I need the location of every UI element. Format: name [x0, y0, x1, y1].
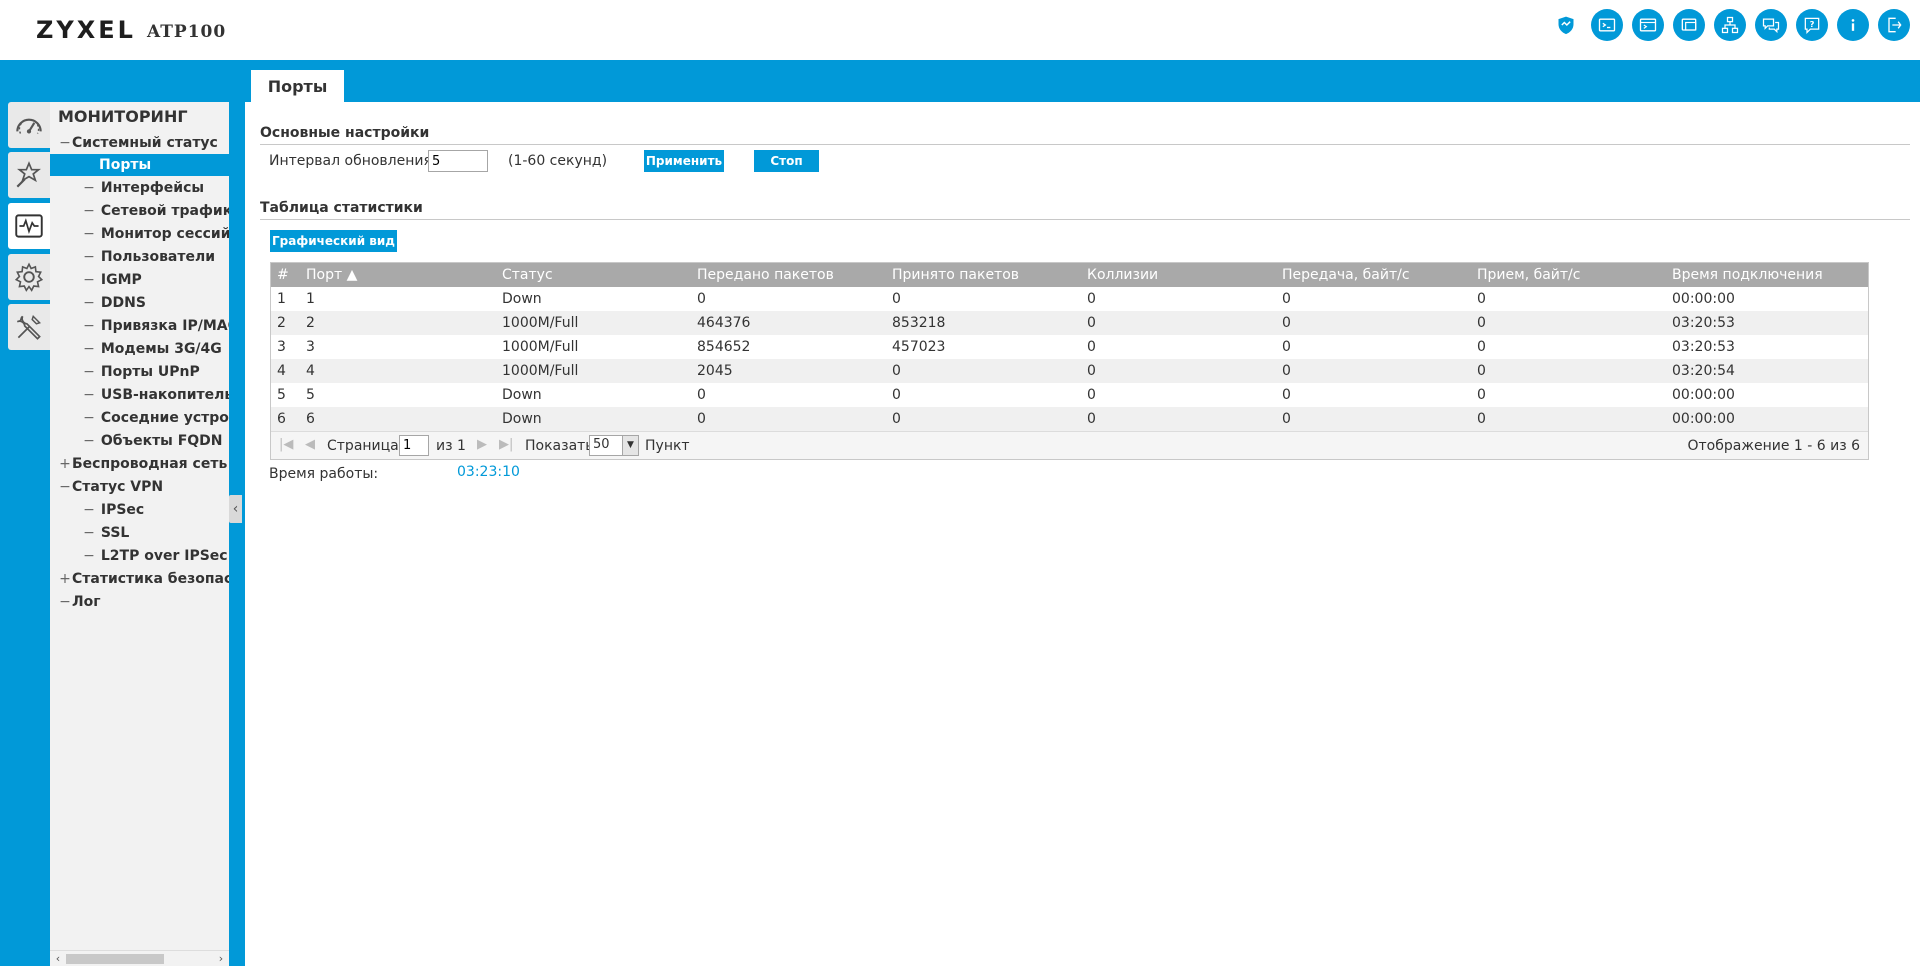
table-row[interactable]: 6 6 Down 0 0 0 0 0 00:00:00 — [271, 407, 1868, 431]
section-divider — [260, 144, 1910, 145]
table-header-row: # Порт ▲ Статус Передано пакетов Принято… — [271, 263, 1868, 287]
window-icon[interactable] — [1673, 9, 1705, 41]
tree-item-l2tp[interactable]: − L2TP over IPSec — [82, 545, 227, 567]
rail-wizard-button[interactable] — [8, 152, 50, 198]
col-header-tx-rate[interactable]: Передача, байт/с — [1276, 263, 1471, 287]
tree-item-ddns[interactable]: − DDNS — [82, 292, 146, 314]
interval-range-label: (1-60 секунд) — [508, 153, 608, 169]
col-header-collisions[interactable]: Коллизии — [1081, 263, 1276, 287]
tree-item-ipsec[interactable]: − IPSec — [82, 499, 144, 521]
basic-settings-title: Основные настройки — [260, 125, 430, 141]
stats-table-title: Таблица статистики — [260, 200, 423, 216]
next-page-icon[interactable]: ▶ — [477, 437, 487, 452]
maintenance-icon — [16, 314, 42, 340]
uptime-label: Время работы: — [269, 466, 379, 482]
col-header-port[interactable]: Порт ▲ — [300, 263, 496, 287]
tree-item-ports[interactable]: Порты — [50, 154, 229, 176]
table-pager: |◀ ◀ Страница из 1 ▶ ▶| Показать 50 ▼ Пу… — [271, 431, 1868, 459]
pager-summary: Отображение 1 - 6 из 6 — [1687, 438, 1861, 454]
tree-item-igmp[interactable]: − IGMP — [82, 269, 142, 291]
rail-maintenance-button[interactable] — [8, 304, 50, 350]
tree-item-fqdn-objects[interactable]: − Объекты FQDN — [82, 430, 222, 452]
refresh-interval-input[interactable] — [428, 150, 488, 172]
uptime-value: 03:23:10 — [457, 464, 520, 480]
console-icon[interactable] — [1591, 9, 1623, 41]
table-row[interactable]: 5 5 Down 0 0 0 0 0 00:00:00 — [271, 383, 1868, 407]
tab-ports[interactable]: Порты — [251, 70, 344, 102]
scroll-thumb[interactable] — [66, 954, 164, 964]
dashboard-icon — [16, 118, 42, 134]
per-page-select[interactable]: 50 ▼ — [589, 435, 639, 456]
tree-item-interfaces[interactable]: − Интерфейсы — [82, 177, 204, 199]
chevron-down-icon: ▼ — [622, 436, 638, 455]
help-icon[interactable]: ? — [1796, 9, 1828, 41]
tree-item-network-traffic[interactable]: − Сетевой трафик — [82, 200, 229, 222]
prev-page-icon[interactable]: ◀ — [305, 437, 315, 452]
rail-settings-button[interactable] — [8, 254, 50, 300]
apply-button[interactable]: Применить — [644, 150, 724, 172]
table-row[interactable]: 1 1 Down 0 0 0 0 0 00:00:00 — [271, 287, 1868, 311]
scroll-right-icon[interactable]: › — [213, 951, 229, 966]
tree-item-ssl[interactable]: − SSL — [82, 522, 129, 544]
tree-item-upnp-ports[interactable]: − Порты UPnP — [82, 361, 200, 383]
table-row[interactable]: 3 3 1000M/Full 854652 457023 0 0 0 03:20:53 — [271, 335, 1868, 359]
shield-icon[interactable] — [1550, 9, 1582, 41]
page-count-label: из 1 — [436, 438, 466, 454]
col-header-tx-packets[interactable]: Передано пакетов — [691, 263, 886, 287]
first-page-icon[interactable]: |◀ — [279, 437, 293, 452]
monitor-icon — [15, 214, 43, 238]
tree-item-wireless[interactable]: +Беспроводная сеть — [58, 453, 227, 475]
tree-title: МОНИТОРИНГ — [58, 107, 188, 126]
col-header-index[interactable]: # — [271, 263, 300, 287]
cli-icon[interactable] — [1632, 9, 1664, 41]
page-label: Страница — [327, 438, 399, 454]
top-toolbar: ? — [1550, 9, 1910, 41]
tree-item-neighbors[interactable]: − Соседние устройства — [82, 407, 229, 429]
collapse-panel-button[interactable]: ‹ — [229, 495, 242, 523]
wizard-icon — [16, 161, 41, 188]
tree-item-log[interactable]: −Лог — [58, 591, 100, 613]
settings-icon — [14, 262, 44, 292]
rail-dashboard-button[interactable] — [8, 102, 50, 148]
page-number-input[interactable] — [399, 435, 429, 456]
tree-item-usb-storage[interactable]: − USB-накопитель — [82, 384, 229, 406]
svg-text:?: ? — [1810, 19, 1815, 29]
tree-item-ip-mac-binding[interactable]: − Привязка IP/MAC — [82, 315, 229, 337]
rail-monitor-button[interactable] — [8, 203, 50, 249]
navigation-tree: МОНИТОРИНГ −Системный статус Порты − Инт… — [50, 102, 229, 966]
refresh-interval-label: Интервал обновления: — [269, 153, 437, 169]
table-row[interactable]: 2 2 1000M/Full 464376 853218 0 0 0 03:20:53 — [271, 311, 1868, 335]
tree-item-vpn-status[interactable]: −Статус VPN — [58, 476, 163, 498]
table-row[interactable]: 4 4 1000M/Full 2045 0 0 0 0 03:20:54 — [271, 359, 1868, 383]
info-icon[interactable] — [1837, 9, 1869, 41]
tree-item-users[interactable]: − Пользователи — [82, 246, 215, 268]
tree-item-session-monitor[interactable]: − Монитор сессий — [82, 223, 229, 245]
scroll-left-icon[interactable]: ‹ — [50, 951, 66, 966]
col-header-rx-rate[interactable]: Прием, байт/с — [1471, 263, 1666, 287]
chat-icon[interactable] — [1755, 9, 1787, 41]
tree-item-modems[interactable]: − Модемы 3G/4G — [82, 338, 222, 360]
tree-horizontal-scrollbar[interactable]: ‹ › — [50, 950, 229, 966]
logo: ZYXEL — [36, 16, 136, 44]
col-header-status[interactable]: Статус — [496, 263, 691, 287]
model-name: ATP100 — [147, 22, 227, 42]
stop-button[interactable]: Стоп — [754, 150, 819, 172]
sitemap-icon[interactable] — [1714, 9, 1746, 41]
show-label: Показать — [525, 438, 594, 454]
items-label: Пункт — [645, 438, 690, 454]
chevron-left-icon: ‹ — [232, 501, 239, 517]
port-statistics-table: # Порт ▲ Статус Передано пакетов Принято… — [270, 262, 1869, 460]
graph-view-button[interactable]: Графический вид — [270, 230, 397, 252]
header: ZYXEL ATP100 ? — [0, 0, 1920, 60]
section-divider — [260, 219, 1910, 220]
tree-item-security-stats[interactable]: +Статистика безопасности — [58, 568, 229, 590]
logout-icon[interactable] — [1878, 9, 1910, 41]
tree-item-system-status[interactable]: −Системный статус — [58, 132, 218, 154]
last-page-icon[interactable]: ▶| — [499, 437, 513, 452]
col-header-uptime[interactable]: Время подключения — [1666, 263, 1868, 287]
col-header-rx-packets[interactable]: Принято пакетов — [886, 263, 1081, 287]
